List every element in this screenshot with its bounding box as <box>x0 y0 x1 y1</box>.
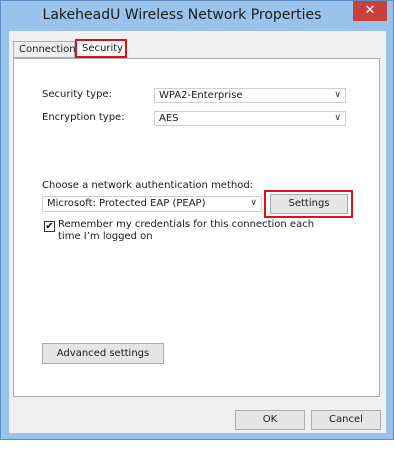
ok-button[interactable]: OK <box>235 410 305 430</box>
chevron-down-icon: ∨ <box>250 198 257 208</box>
remember-credentials-checkbox[interactable]: ✔ <box>44 221 55 232</box>
tab-security[interactable]: Security <box>75 39 127 58</box>
auth-method-value: Microsoft: Protected EAP (PEAP) <box>47 198 206 209</box>
security-type-label: Security type: <box>42 89 112 100</box>
title-bar: LakeheadU Wireless Network Properties ✕ <box>1 1 393 31</box>
chevron-down-icon: ∨ <box>334 113 341 123</box>
encryption-type-value: AES <box>159 113 179 124</box>
auth-method-label: Choose a network authentication method: <box>42 180 254 191</box>
close-icon: ✕ <box>364 3 376 18</box>
security-tab-panel: Security type: WPA2-Enterprise ∨ Encrypt… <box>13 58 380 397</box>
checkmark-icon: ✔ <box>45 221 54 232</box>
close-button[interactable]: ✕ <box>353 1 387 21</box>
window-title: LakeheadU Wireless Network Properties <box>42 7 322 23</box>
dialog-client-area: Connection Security Security type: WPA2-… <box>9 31 386 433</box>
security-type-select[interactable]: WPA2-Enterprise ∨ <box>154 88 346 103</box>
tab-connection[interactable]: Connection <box>13 41 76 58</box>
remember-credentials-label: Remember my credentials for this connect… <box>58 219 315 242</box>
chevron-down-icon: ∨ <box>334 90 341 100</box>
settings-button[interactable]: Settings <box>270 194 348 214</box>
cancel-button[interactable]: Cancel <box>311 410 381 430</box>
security-type-value: WPA2-Enterprise <box>159 90 243 101</box>
encryption-type-label: Encryption type: <box>42 112 125 123</box>
advanced-settings-button[interactable]: Advanced settings <box>42 343 164 364</box>
encryption-type-select[interactable]: AES ∨ <box>154 111 346 126</box>
auth-method-select[interactable]: Microsoft: Protected EAP (PEAP) ∨ <box>42 196 262 212</box>
dialog-window: LakeheadU Wireless Network Properties ✕ … <box>0 0 394 440</box>
